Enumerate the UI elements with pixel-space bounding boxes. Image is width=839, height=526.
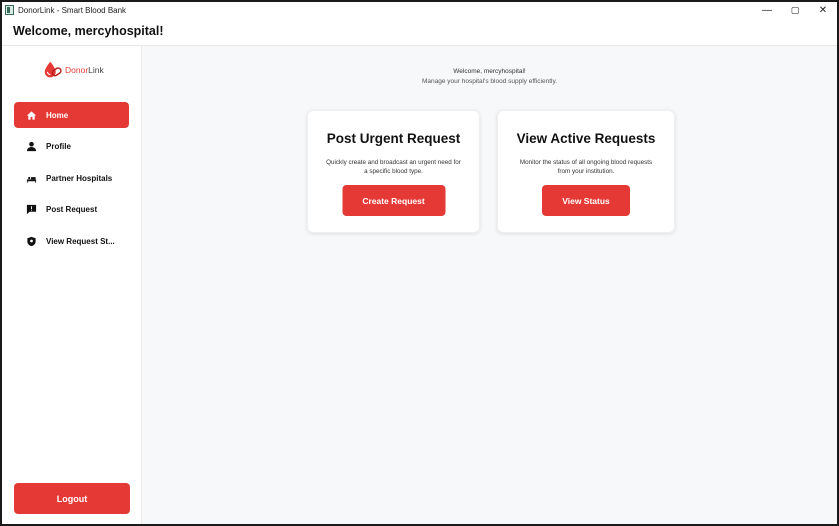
welcome-subtitle: Manage your hospital's blood supply effi… <box>421 78 558 85</box>
status-shield-icon <box>26 236 37 247</box>
sidebar-item-view-request-status[interactable]: View Request St... <box>14 228 129 254</box>
app-icon <box>5 5 14 15</box>
sidebar-item-label: Profile <box>46 141 71 151</box>
app-window: DonorLink - Smart Blood Bank — ▢ ✕ Welco… <box>0 0 839 526</box>
logout-button[interactable]: Logout <box>14 483 130 514</box>
donorlink-logo: DonorLink <box>42 59 104 81</box>
window-controls: — ▢ ✕ <box>753 2 837 18</box>
sidebar-item-partner-hospitals[interactable]: Partner Hospitals <box>14 165 129 191</box>
card-title: View Active Requests <box>516 131 656 146</box>
main-content: Welcome, mercyhospital! Manage your hosp… <box>142 46 837 524</box>
card-description: Quickly create and broadcast an urgent n… <box>326 159 461 175</box>
create-request-button[interactable]: Create Request <box>342 185 445 216</box>
sidebar-item-label: Home <box>46 110 69 120</box>
logo-text: DonorLink <box>65 65 104 75</box>
window-titlebar: DonorLink - Smart Blood Bank — ▢ ✕ <box>2 2 837 18</box>
maximize-button[interactable]: ▢ <box>781 2 809 18</box>
sidebar-item-label: View Request St... <box>46 236 115 246</box>
post-urgent-request-card: Post Urgent Request Quickly create and b… <box>307 110 480 233</box>
view-active-requests-card: View Active Requests Monitor the status … <box>497 110 675 233</box>
card-description: Monitor the status of all ongoing blood … <box>519 159 653 175</box>
card-title: Post Urgent Request <box>326 131 461 146</box>
person-icon <box>26 141 37 152</box>
sidebar-item-label: Partner Hospitals <box>46 173 113 183</box>
window-title: DonorLink - Smart Blood Bank <box>18 5 127 15</box>
view-status-button[interactable]: View Status <box>542 185 630 216</box>
sidebar-item-home[interactable]: Home <box>14 102 129 128</box>
welcome-text: Welcome, mercyhospital! <box>453 68 526 75</box>
header-title: Welcome, mercyhospital! <box>13 24 164 38</box>
hospital-bed-icon <box>26 173 37 184</box>
sidebar: DonorLink Home Profile Partner Hospitals <box>2 46 142 524</box>
home-icon <box>26 110 37 121</box>
blood-drop-link-icon <box>44 61 62 78</box>
sidebar-item-label: Post Request <box>46 204 98 214</box>
sidebar-item-profile[interactable]: Profile <box>14 133 129 159</box>
close-button[interactable]: ✕ <box>809 2 837 18</box>
alert-message-icon <box>26 204 37 215</box>
minimize-button[interactable]: — <box>753 2 781 18</box>
app-header: Welcome, mercyhospital! <box>2 18 837 46</box>
sidebar-item-post-request[interactable]: Post Request <box>14 196 129 222</box>
